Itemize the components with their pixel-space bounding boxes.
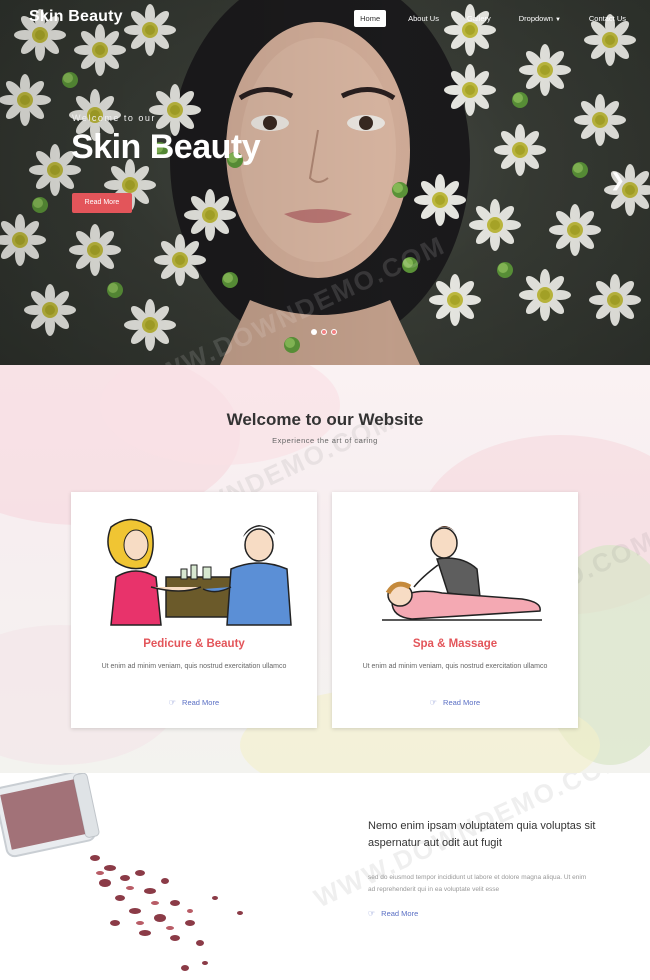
hand-pointer-icon: ☞ xyxy=(368,909,376,918)
card-title: Spa & Massage xyxy=(412,638,498,650)
hand-pointer-icon: ☞ xyxy=(429,698,438,707)
nav-dropdown-label: Dropdown xyxy=(518,14,553,23)
hero-slider: WWW.DOWNDEMO.COM Skin Beauty Home About … xyxy=(0,0,650,365)
hero-kicker: Welcome to our xyxy=(72,113,156,123)
brand-logo[interactable]: Skin Beauty xyxy=(29,8,123,26)
about-link-label: Read More xyxy=(381,909,419,918)
nav-home[interactable]: Home xyxy=(354,10,387,27)
slider-dot-3[interactable] xyxy=(331,329,337,335)
slider-dots xyxy=(311,329,341,335)
welcome-title: Welcome to our Website xyxy=(226,410,424,429)
massage-illustration xyxy=(382,526,542,621)
hero-title: Skin Beauty xyxy=(71,128,261,166)
card-read-more-link[interactable]: ☞ Read More xyxy=(71,698,317,707)
card-title: Pedicure & Beauty xyxy=(143,638,245,650)
about-text: sed do eiusmod tempor incididunt ut labo… xyxy=(368,874,587,893)
service-card-pedicure: Pedicure & Beauty Ut enim ad minim venia… xyxy=(71,492,317,728)
card-text: Ut enim ad minim veniam, quis nostrud ex… xyxy=(101,663,287,670)
dried-rose-petals-jar xyxy=(0,773,243,971)
main-nav: Home About Us Gallery Dropdown ▼ Contact … xyxy=(338,10,632,27)
card-link-label: Read More xyxy=(182,698,220,707)
hand-pointer-icon: ☞ xyxy=(168,698,177,707)
slider-dot-2[interactable] xyxy=(321,329,327,335)
card-text: Ut enim ad minim veniam, quis nostrud ex… xyxy=(362,663,548,670)
about-section: WWW.DOWNDEMO.COM Nemo enim ipsam volupta… xyxy=(0,773,650,980)
manicure-illustration xyxy=(107,518,292,626)
chevron-down-icon: ▼ xyxy=(554,17,561,23)
card-link-label: Read More xyxy=(443,698,481,707)
chevron-right-icon[interactable]: ❯ xyxy=(610,170,625,191)
welcome-section: WWW.DOWNDEMO.COM WWW.DOWNDEMO.COM Welcom… xyxy=(0,365,650,773)
service-card-spa: Spa & Massage Ut enim ad minim veniam, q… xyxy=(332,492,578,728)
card-read-more-link[interactable]: ☞ Read More xyxy=(332,698,578,707)
slider-dot-1[interactable] xyxy=(311,329,317,335)
about-title: Nemo enim ipsam voluptatem quia voluptas… xyxy=(368,820,596,849)
nav-contact-us[interactable]: Contact Us xyxy=(583,10,632,27)
nav-gallery[interactable]: Gallery xyxy=(461,10,497,27)
nav-about-us[interactable]: About Us xyxy=(402,10,445,27)
hero-read-more-button[interactable]: Read More xyxy=(72,193,132,213)
welcome-subtitle: Experience the art of caring xyxy=(272,436,378,445)
about-read-more-link[interactable]: ☞ Read More xyxy=(368,909,418,918)
nav-dropdown[interactable]: Dropdown ▼ xyxy=(513,10,567,27)
